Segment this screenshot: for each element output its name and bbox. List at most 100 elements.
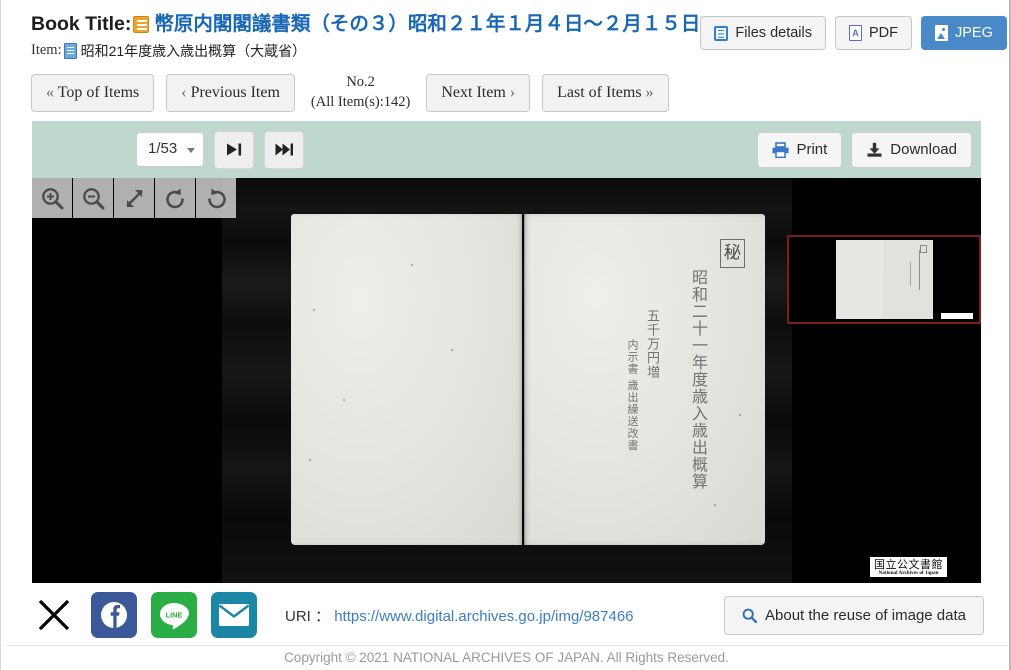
page-header: Book Title: 幣原内閣閣議書類（その３）昭和２１年１月４日〜２月１５日… xyxy=(7,0,1008,112)
pdf-button[interactable]: PDF xyxy=(834,16,912,50)
viewer-page: Book Title: 幣原内閣閣議書類（その３）昭和２１年１月４日〜２月１５日… xyxy=(0,0,1011,670)
item-line: Item: 昭和21年度歳入歳出概算（大蔵省） xyxy=(31,41,700,60)
rotate-right-icon xyxy=(207,188,226,208)
line-icon: LINE xyxy=(160,603,189,630)
book-title-value[interactable]: 幣原内閣閣議書類（その３）昭和２１年１月４日〜２月１５日 xyxy=(154,12,700,36)
navigator-minimap[interactable] xyxy=(787,235,981,324)
copyright-text: Copyright © 2021 NATIONAL ARCHIVES OF JA… xyxy=(284,650,729,665)
files-details-button[interactable]: Files details xyxy=(700,16,826,50)
navigator-page-left xyxy=(836,240,883,319)
uri-block: URI ： https://www.digital.archives.go.jp… xyxy=(285,605,634,626)
zoom-in-button[interactable] xyxy=(32,178,72,218)
next-item-button[interactable]: Next Item › xyxy=(426,73,531,112)
download-label: Download xyxy=(890,141,957,158)
document-vertical-note2: 内示書 歳出繰送改書 xyxy=(626,339,639,452)
share-email-button[interactable] xyxy=(211,592,257,638)
book-spine xyxy=(522,214,525,545)
previous-item-label: Previous Item xyxy=(190,83,280,101)
footer-divider xyxy=(7,645,1008,646)
navigator-seal xyxy=(920,245,927,253)
top-of-items-label: Top of Items xyxy=(57,83,140,101)
navigator-page-right xyxy=(883,240,933,319)
title-row: Book Title: 幣原内閣閣議書類（その３）昭和２１年１月４日〜２月１５日… xyxy=(31,10,1007,60)
item-value: 昭和21年度歳入歳出概算（大蔵省） xyxy=(80,42,307,59)
navigator-watermark xyxy=(941,313,973,319)
rotate-left-icon xyxy=(165,188,184,208)
chevron-right-icon: › xyxy=(509,83,516,101)
pdf-label: PDF xyxy=(868,24,898,41)
viewer-toolbar-right: Print Download xyxy=(757,131,972,168)
scanned-document: 秘 昭和二十一年度歳入歳出概算 五千万円増 内示書 歳出繰送改書 xyxy=(291,214,765,545)
svg-text:LINE: LINE xyxy=(166,611,183,620)
watermark-jp: 国立公文書館 xyxy=(874,557,943,571)
page-select-value: 1/53 xyxy=(148,140,178,158)
jpeg-label: JPEG xyxy=(954,24,993,41)
reuse-info-button[interactable]: About the reuse of image data xyxy=(724,595,984,635)
navigator-text-line-2 xyxy=(909,262,911,286)
document-vertical-title: 昭和二十一年度歳入歳出概算 xyxy=(689,269,708,490)
navigator-thumbnail xyxy=(836,240,933,319)
book-icon xyxy=(133,15,150,33)
document-page-right: 秘 昭和二十一年度歳入歳出概算 五千万円増 内示書 歳出繰送改書 xyxy=(524,214,765,545)
titles-block: Book Title: 幣原内閣閣議書類（その３）昭和２１年１月４日〜２月１５日… xyxy=(31,10,700,60)
item-label: Item: xyxy=(31,42,62,59)
list-icon xyxy=(714,25,729,41)
image-icon xyxy=(934,25,948,41)
printer-icon xyxy=(772,141,790,158)
document-icon xyxy=(63,42,77,59)
page-footer: LINE URI ： https://www.digital.archives.… xyxy=(7,588,1008,642)
download-button[interactable]: Download xyxy=(851,131,972,168)
reuse-info-label: About the reuse of image data xyxy=(765,606,966,624)
chevron-down-icon xyxy=(187,147,196,153)
share-facebook-button[interactable] xyxy=(91,592,137,638)
rotate-right-button[interactable] xyxy=(196,178,236,218)
item-navigation: « Top of Items ‹ Previous Item No.2 (All… xyxy=(31,73,984,112)
print-button[interactable]: Print xyxy=(757,131,843,168)
book-title-label: Book Title: xyxy=(31,13,132,35)
item-counter-total: (All Item(s):142) xyxy=(310,93,411,110)
zoom-tools xyxy=(32,178,236,218)
next-page-icon xyxy=(226,143,241,156)
top-of-items-button[interactable]: « Top of Items xyxy=(31,73,155,112)
uri-link[interactable]: https://www.digital.archives.go.jp/img/9… xyxy=(334,608,633,625)
download-icon xyxy=(867,142,882,157)
last-of-items-button[interactable]: Last of Items » xyxy=(542,73,669,112)
rotate-left-button[interactable] xyxy=(155,178,195,218)
navigator-text-line-1 xyxy=(918,250,920,290)
pdf-icon xyxy=(848,25,862,41)
uri-label: URI ： xyxy=(285,607,331,625)
chevron-left-icon: ‹ xyxy=(181,83,187,101)
header-actions: Files details PDF JPEG xyxy=(700,10,1007,50)
envelope-icon xyxy=(218,604,250,626)
search-icon xyxy=(742,608,758,623)
last-of-items-label: Last of Items xyxy=(557,83,642,101)
book-title: Book Title: 幣原内閣閣議書類（その３）昭和２１年１月４日〜２月１５日 xyxy=(31,12,700,36)
fit-expand-button[interactable] xyxy=(114,178,154,218)
chevron-first-icon: « xyxy=(46,83,54,101)
next-item-label: Next Item xyxy=(441,83,506,101)
jpeg-button[interactable]: JPEG xyxy=(920,16,1007,50)
share-line-button[interactable]: LINE xyxy=(151,592,197,638)
item-counter-current: No.2 xyxy=(346,74,375,91)
last-page-button[interactable] xyxy=(264,130,305,169)
fit-expand-icon xyxy=(125,189,143,207)
zoom-in-icon xyxy=(41,187,63,209)
facebook-icon xyxy=(101,602,127,628)
image-viewer[interactable]: 1/53 Print Download 秘 昭和二十一年度歳入歳出概算 五千万円… xyxy=(32,121,981,583)
zoom-out-button[interactable] xyxy=(73,178,113,218)
x-icon xyxy=(38,599,70,631)
last-page-icon xyxy=(275,143,293,156)
next-page-button[interactable] xyxy=(214,130,255,169)
viewer-toolbar: 1/53 Print Download xyxy=(32,121,981,178)
share-x-button[interactable] xyxy=(31,592,77,638)
item-counter: No.2 (All Item(s):142) xyxy=(307,73,414,112)
page-select[interactable]: 1/53 xyxy=(136,132,205,167)
document-vertical-note1: 五千万円増 xyxy=(644,309,659,379)
previous-item-button[interactable]: ‹ Previous Item xyxy=(166,73,295,112)
zoom-out-icon xyxy=(82,187,104,209)
share-row: LINE URI ： https://www.digital.archives.… xyxy=(31,588,984,642)
files-details-label: Files details xyxy=(735,24,812,41)
chevron-last-icon: » xyxy=(645,83,654,101)
scan-canvas[interactable]: 秘 昭和二十一年度歳入歳出概算 五千万円増 内示書 歳出繰送改書 国立公文書館 … xyxy=(32,178,981,583)
document-page-left xyxy=(291,214,523,545)
